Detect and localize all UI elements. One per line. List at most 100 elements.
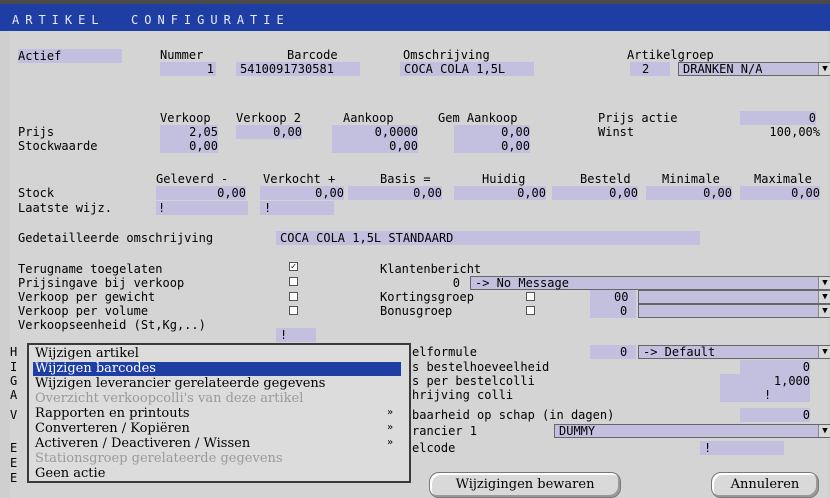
artikelgroep-number: 2 xyxy=(642,62,650,76)
formule-selected: -> Default xyxy=(643,345,716,359)
geleverd-value: 0,00 xyxy=(217,186,246,200)
minimale-field[interactable]: 0,00 xyxy=(646,186,732,200)
hidden-label-6: E xyxy=(10,441,18,455)
chevron-down-icon[interactable]: ▼ xyxy=(818,425,830,437)
detail-field[interactable]: COCA COLA 1,5L STANDAARD xyxy=(276,231,700,245)
huidig-header: Huidig xyxy=(482,172,526,186)
geleverd-header: Geleverd - xyxy=(156,172,229,186)
omschr-colli-value: ! xyxy=(764,388,772,402)
artikelgroep-number-field[interactable]: 2 xyxy=(630,62,670,76)
verkoop2-field[interactable]: 0,00 xyxy=(236,125,302,139)
verkocht-field: 0,00 xyxy=(260,186,344,200)
menu-item-converteren[interactable]: Converteren / Kopiëren xyxy=(35,422,190,436)
klantenbericht-label: Klantenbericht xyxy=(380,262,482,276)
kortingsgroep-label: Kortingsgroep xyxy=(380,290,474,304)
bonusgroep-checkbox[interactable] xyxy=(526,306,535,315)
minimale-value: 0,00 xyxy=(703,186,732,200)
bestelhoeveelheid-field[interactable]: 0 xyxy=(740,360,810,374)
menu-item-rapporten[interactable]: Rapporten en printouts xyxy=(35,407,190,421)
hidden-label-3: G xyxy=(10,374,18,388)
kortingsgroep-nr-field[interactable]: 00 xyxy=(590,290,636,304)
artikelgroep-label: Artikelgroep xyxy=(627,48,714,62)
menu-item-geen-actie[interactable]: Geen actie xyxy=(35,467,105,481)
menu-item-overzicht-verkoopcolli: Overzicht verkoopcolli's van deze artike… xyxy=(35,391,304,406)
bonusgroep-select[interactable]: ▼ xyxy=(638,304,830,318)
volume-label: Verkoop per volume xyxy=(18,304,149,318)
hidden-label-8: E xyxy=(10,471,18,485)
aankoop-value: 0,0000 xyxy=(374,125,418,139)
kortingsgroep-checkbox[interactable] xyxy=(526,292,535,301)
kortingsgroep-select[interactable]: ▼ xyxy=(638,290,830,304)
nummer-field[interactable]: 1 xyxy=(160,62,216,76)
aankoop-header: Aankoop xyxy=(343,111,394,125)
submenu-arrow-icon: » xyxy=(387,407,394,418)
verkoop-field[interactable]: 2,05 xyxy=(160,125,218,139)
leverancier-select[interactable]: DUMMY ▼ xyxy=(554,424,830,438)
verkocht-value: 0,00 xyxy=(315,186,344,200)
bestelcode-field[interactable]: ! xyxy=(700,441,784,455)
chevron-down-icon[interactable]: ▼ xyxy=(818,346,830,358)
per-colli-field[interactable]: 1,000 xyxy=(720,374,810,388)
prijsingave-checkbox[interactable] xyxy=(289,277,298,286)
omschrijving-field[interactable]: COCA COLA 1,5L xyxy=(400,62,534,76)
bonusgroep-nr-field[interactable]: 0 xyxy=(590,304,636,318)
barcode-field[interactable]: 5410091730581 xyxy=(236,62,360,76)
houdbaarheid-label: baarheid op schap (in dagen) xyxy=(412,408,615,422)
klantenbericht-select[interactable]: -> No Message ▼ xyxy=(470,276,830,290)
winst-value: 100,00% xyxy=(769,125,820,139)
stockwaarde-verkoop-field: 0,00 xyxy=(160,139,218,153)
menu-item-wijzigen-artikel[interactable]: Wijzigen artikel xyxy=(35,347,139,361)
bestelhoeveelheid-value: 0 xyxy=(802,360,810,374)
gem-aankoop-field[interactable]: 0,00 xyxy=(454,125,530,139)
cancel-button[interactable]: Annuleren xyxy=(711,472,819,498)
stockwaarde-verkoop-value: 0,00 xyxy=(189,139,218,153)
hidden-label-4: A xyxy=(10,388,18,402)
formule-select[interactable]: -> Default ▼ xyxy=(638,345,830,359)
menu-item-activeren[interactable]: Activeren / Deactiveren / Wissen xyxy=(35,437,250,451)
gewicht-checkbox[interactable] xyxy=(289,292,298,301)
bestelhoeveelheid-label: s bestelhoeveelheid xyxy=(412,360,550,374)
prijs-actie-label: Prijs actie xyxy=(598,111,678,125)
artikelgroep-selected: DRANKEN N/A xyxy=(683,62,763,76)
stockwaarde-aankoop-field: 0,00 xyxy=(332,139,418,153)
action-menu: Wijzigen artikel Wijzigen barcodes Wijzi… xyxy=(27,343,411,483)
formule-nr-field[interactable]: 0 xyxy=(590,345,636,359)
stockwaarde-label: Stockwaarde xyxy=(18,139,98,153)
save-button[interactable]: Wijzigingen bewaren xyxy=(429,472,621,498)
verkocht-header: Verkocht + xyxy=(263,172,336,186)
prijs-actie-value: 0 xyxy=(808,111,816,125)
menu-item-wijzigen-barcodes[interactable]: Wijzigen barcodes xyxy=(33,362,401,376)
page-title: ARTIKEL CONFIGURATIE xyxy=(12,13,290,27)
prijsingave-label: Prijsingave bij verkoop xyxy=(18,276,185,290)
nummer-label: Nummer xyxy=(160,48,204,62)
chevron-down-icon[interactable]: ▼ xyxy=(818,305,830,317)
omschr-colli-field[interactable]: ! xyxy=(720,388,810,402)
eenheid-field[interactable]: ! xyxy=(276,328,316,342)
nummer-value: 1 xyxy=(206,62,214,76)
artikelgroep-select[interactable]: DRANKEN N/A ▼ xyxy=(678,62,830,76)
maximale-field[interactable]: 0,00 xyxy=(740,186,820,200)
basis-field: 0,00 xyxy=(348,186,442,200)
verkoop-value: 2,05 xyxy=(189,125,218,139)
status-value: Actief xyxy=(18,49,62,63)
besteld-value: 0,00 xyxy=(609,186,638,200)
aankoop-field[interactable]: 0,0000 xyxy=(332,125,418,139)
chevron-down-icon[interactable]: ▼ xyxy=(818,291,830,303)
article-configuration-window: ARTIKEL CONFIGURATIE Actief Nummer 1 Bar… xyxy=(0,0,830,498)
volume-checkbox[interactable] xyxy=(289,306,298,315)
houdbaarheid-field[interactable]: 0 xyxy=(740,408,810,422)
menu-item-stationsgroep: Stationsgroep gerelateerde gegevens xyxy=(35,451,283,466)
menu-item-wijzigen-leverancier[interactable]: Wijzigen leverancier gerelateerde gegeve… xyxy=(35,377,325,391)
houdbaarheid-value: 0 xyxy=(802,408,810,422)
prijs-actie-field[interactable]: 0 xyxy=(740,111,816,125)
verkoop2-value: 0,00 xyxy=(273,125,302,139)
eenheid-value: ! xyxy=(280,328,288,342)
submenu-arrow-icon: » xyxy=(387,422,394,433)
terugname-checkbox[interactable]: ✓ xyxy=(289,262,298,272)
hidden-label-5: V xyxy=(10,408,18,422)
chevron-down-icon[interactable]: ▼ xyxy=(818,277,830,289)
basis-value: 0,00 xyxy=(413,186,442,200)
klantenbericht-selected: -> No Message xyxy=(475,276,569,290)
chevron-down-icon[interactable]: ▼ xyxy=(818,63,830,75)
laatste-wijz-field-1: ! xyxy=(156,201,248,215)
